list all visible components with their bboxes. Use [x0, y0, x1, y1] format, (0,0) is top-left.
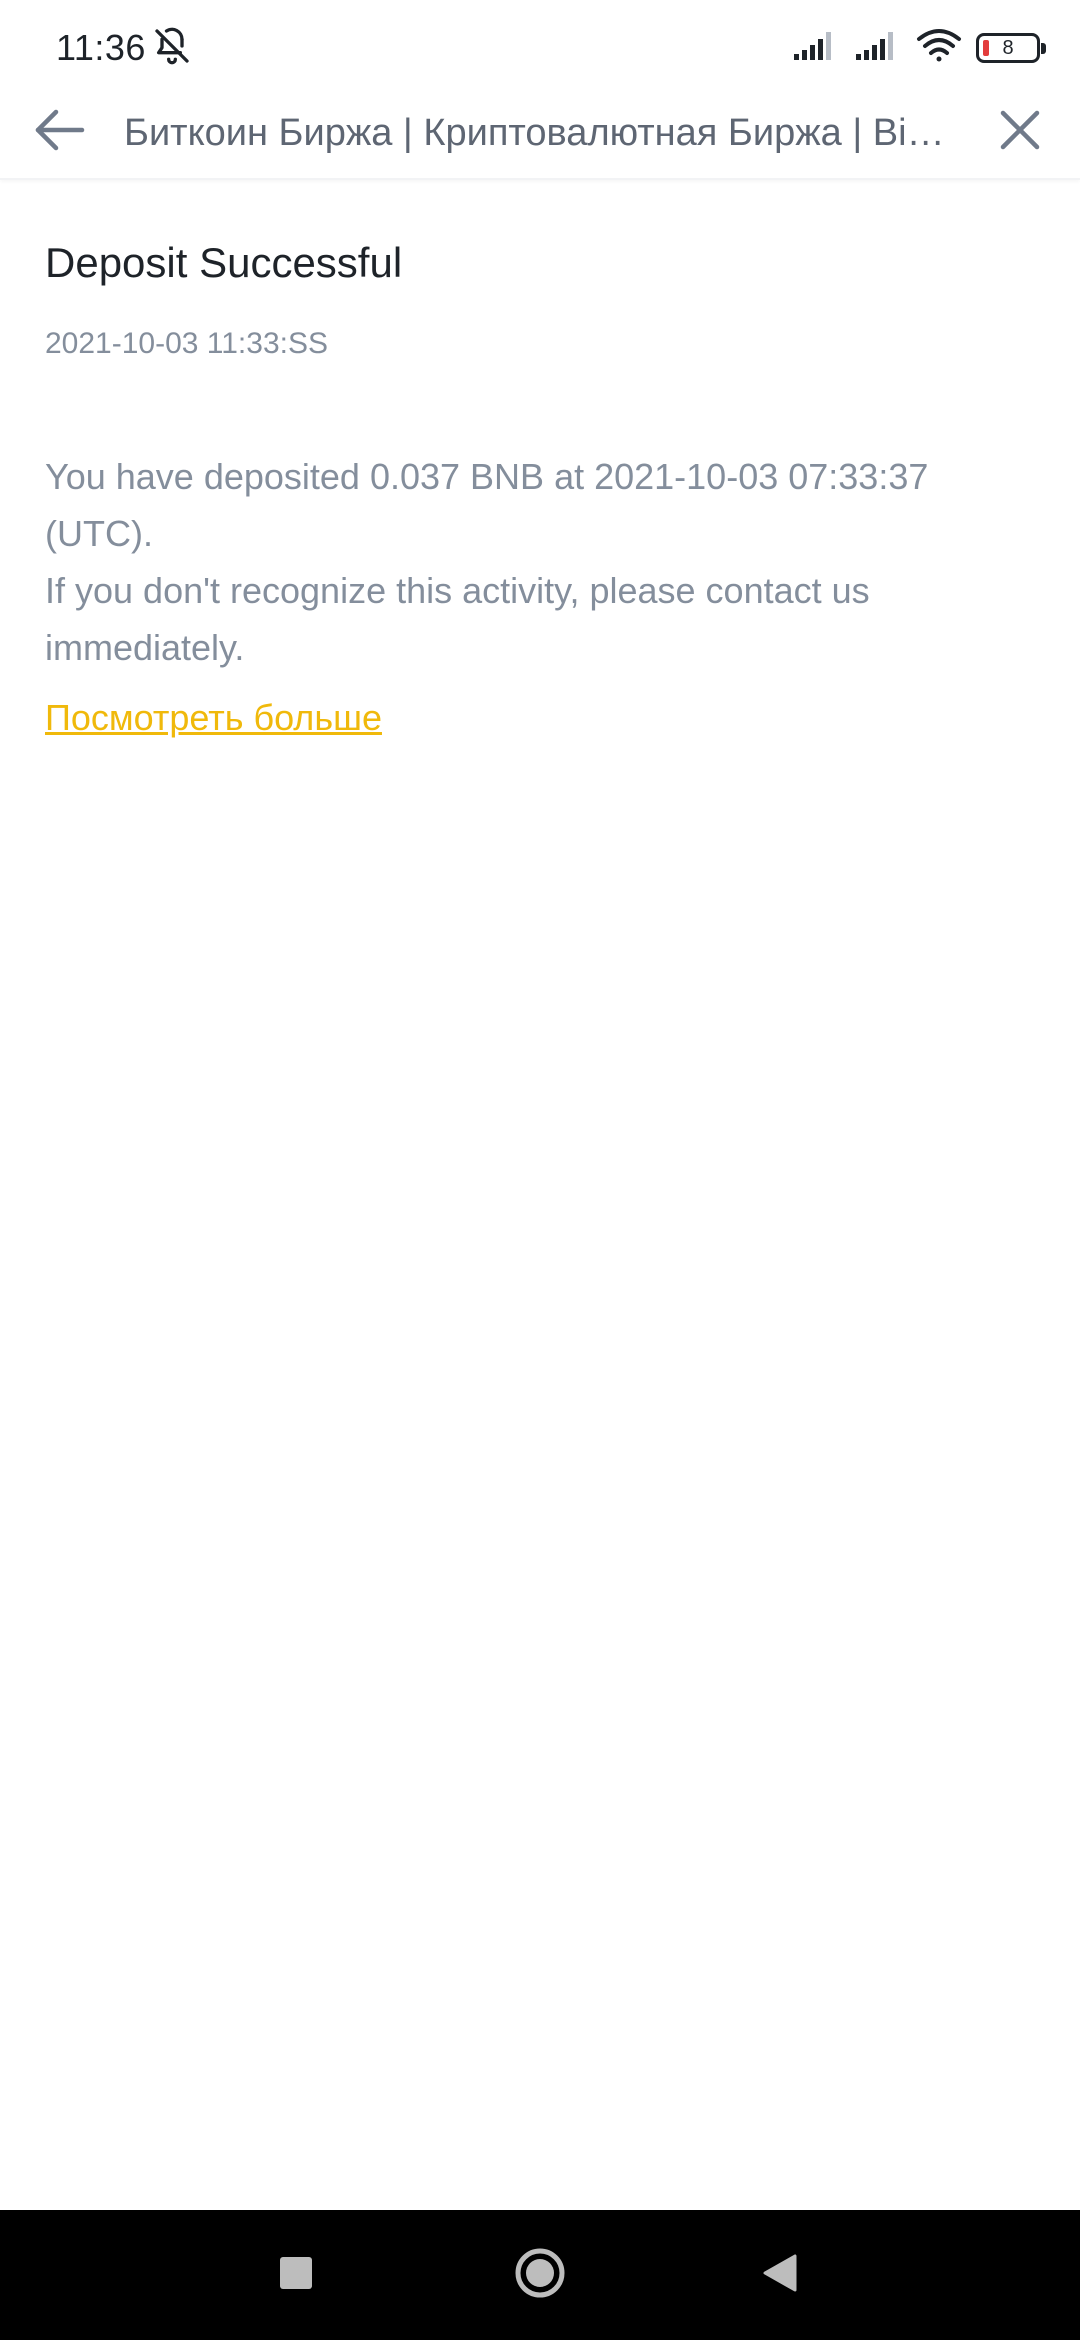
back-button[interactable]	[28, 100, 92, 164]
signal-icon	[854, 30, 902, 67]
back-nav-button[interactable]	[745, 2240, 815, 2310]
view-more-link[interactable]: Посмотреть больше	[45, 694, 382, 742]
battery-icon: 8	[976, 33, 1046, 63]
notice-title: Deposit Successful	[45, 239, 403, 286]
battery-level: 8	[1002, 36, 1014, 59]
notice-body-line: You have deposited 0.037 BNB at 2021-10-…	[45, 456, 929, 554]
back-arrow-icon	[32, 106, 88, 159]
status-bar: 11:36 8	[0, 0, 1080, 96]
close-button[interactable]	[990, 102, 1050, 162]
recents-button[interactable]	[261, 2240, 331, 2310]
screen: 11:36 8 Биткоин Биржа | Криптовалютная Б…	[0, 0, 1080, 2340]
close-icon	[999, 109, 1041, 156]
home-circle-icon	[513, 2246, 567, 2305]
back-triangle-icon	[761, 2253, 799, 2298]
page-title: Биткоин Биржа | Криптовалютная Биржа | B…	[124, 112, 964, 154]
notice-content: Deposit Successful 2021-10-03 11:33:SS Y…	[45, 228, 1045, 742]
home-button[interactable]	[505, 2240, 575, 2310]
notice-date: 2021-10-03 11:33:SS	[45, 327, 328, 360]
notice-body-line: If you don't recognize this activity, pl…	[45, 570, 870, 668]
battery-fill	[983, 40, 989, 56]
status-right: 8	[792, 28, 1046, 69]
app-bar: Биткоин Биржа | Криптовалютная Биржа | B…	[0, 96, 1080, 180]
signal-icon	[792, 30, 840, 67]
notice-body: You have deposited 0.037 BNB at 2021-10-…	[45, 448, 1045, 676]
bell-off-icon	[152, 26, 192, 71]
status-left: 11:36	[56, 26, 192, 71]
wifi-icon	[916, 28, 962, 69]
navigation-bar	[0, 2210, 1080, 2340]
recents-square-icon	[278, 2255, 314, 2296]
status-time: 11:36	[56, 27, 146, 68]
